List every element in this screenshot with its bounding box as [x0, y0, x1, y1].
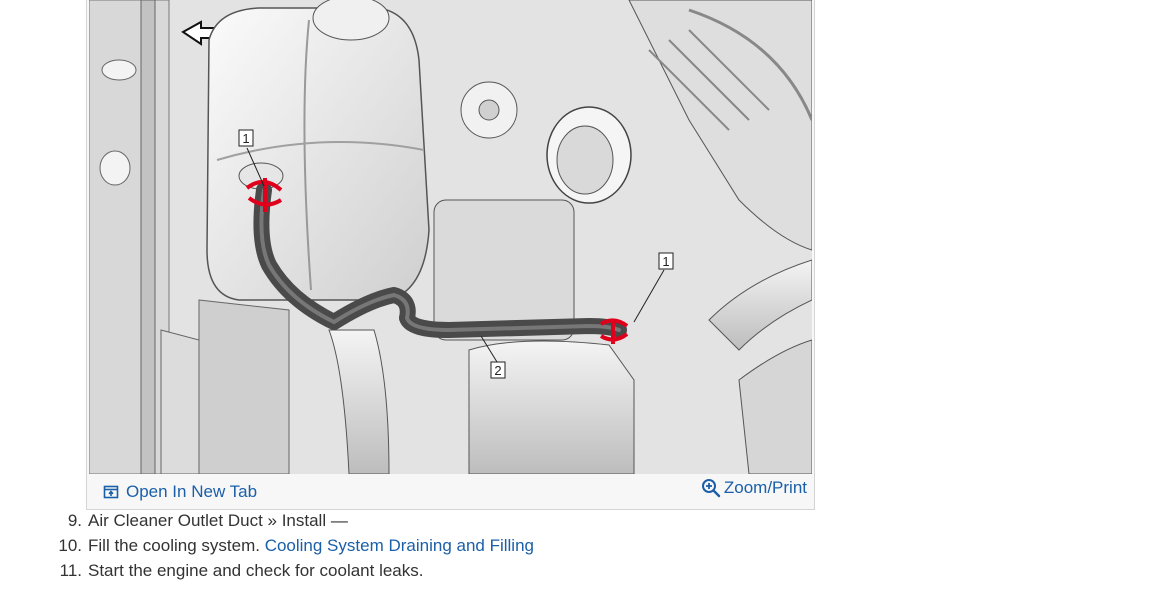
- step-text: Start the engine and check for coolant l…: [88, 561, 424, 580]
- svg-text:2: 2: [494, 363, 501, 378]
- svg-text:1: 1: [242, 131, 249, 146]
- callout-first: 1: [238, 129, 254, 147]
- step-item: 9. Air Cleaner Outlet Duct » Install —: [0, 508, 534, 533]
- step-text: Fill the cooling system.: [88, 536, 265, 555]
- callout-third: 2: [490, 361, 506, 379]
- figure-container: 1 1 2 Open In New Tab Zoom/Print: [86, 0, 815, 510]
- engine-illustration: 1 1 2: [89, 0, 812, 474]
- open-new-tab-label: Open In New Tab: [126, 482, 258, 501]
- open-new-tab-link[interactable]: Open In New Tab: [103, 482, 257, 502]
- step-item: 10. Fill the cooling system. Cooling Sys…: [0, 533, 534, 558]
- zoom-print-link[interactable]: Zoom/Print: [701, 478, 807, 498]
- step-text: Air Cleaner Outlet Duct » Install —: [88, 511, 348, 530]
- step-item: 11. Start the engine and check for coola…: [0, 558, 534, 583]
- zoom-in-icon: [701, 479, 721, 498]
- step-number: 10.: [58, 536, 82, 555]
- figure-toolbar: Open In New Tab Zoom/Print: [87, 474, 814, 508]
- procedure-steps: 9. Air Cleaner Outlet Duct » Install — 1…: [0, 508, 534, 583]
- open-new-tab-icon: [103, 485, 119, 499]
- zoom-print-label: Zoom/Print: [723, 478, 807, 497]
- callout-second: 1: [658, 252, 674, 270]
- cooling-system-draining-link[interactable]: Cooling System Draining and Filling: [265, 536, 534, 555]
- step-number: 11.: [59, 561, 82, 580]
- step-number: 9.: [67, 511, 82, 530]
- svg-text:1: 1: [662, 254, 669, 269]
